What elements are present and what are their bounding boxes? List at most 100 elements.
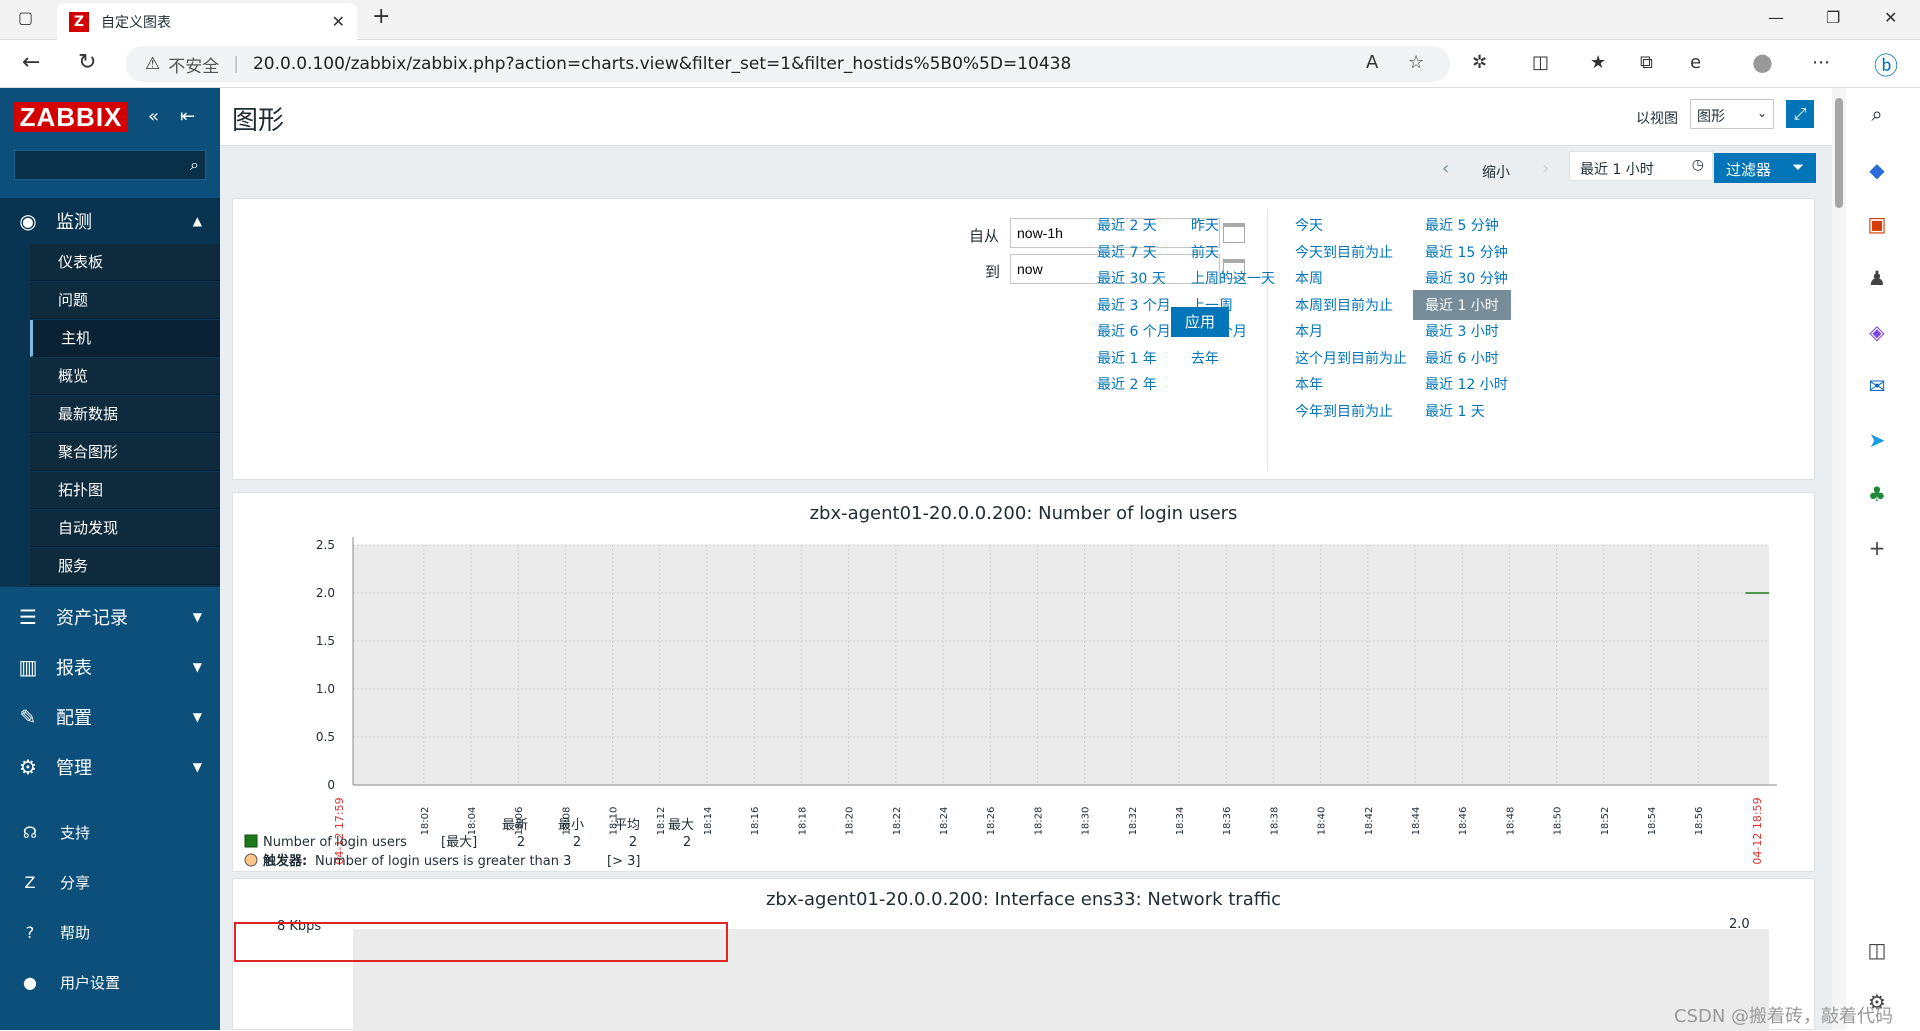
quick-range-link[interactable]: 最近 3 小时 <box>1425 321 1499 341</box>
browser-tab[interactable]: Z 自定义图表 ✕ <box>57 3 357 40</box>
submenu-latest-data[interactable]: 最新数据 <box>30 396 220 433</box>
scrollbar-thumb[interactable] <box>1835 98 1843 208</box>
close-tab-icon[interactable]: ✕ <box>332 12 345 31</box>
time-forward-icon[interactable]: › <box>1542 158 1549 179</box>
quick-range-link[interactable]: 今年到目前为止 <box>1295 401 1393 421</box>
quick-range-link[interactable]: 前天 <box>1191 242 1219 262</box>
bing-chat-icon[interactable]: ⓑ <box>1874 46 1898 81</box>
quick-range-link[interactable]: 最近 15 分钟 <box>1425 242 1508 262</box>
sidebar-help[interactable]: ? 帮助 <box>0 912 220 952</box>
tree-icon[interactable]: ♣ <box>1833 482 1920 506</box>
time-back-icon[interactable]: ‹ <box>1442 158 1449 179</box>
send-icon[interactable]: ➤ <box>1833 428 1920 452</box>
collections-icon[interactable]: ⧉ <box>1640 52 1653 73</box>
insecure-label: 不安全 <box>168 56 220 77</box>
quick-range-link[interactable]: 最近 30 天 <box>1097 268 1166 288</box>
quick-range-link[interactable]: 最近 6 小时 <box>1425 348 1499 368</box>
zoom-out-button[interactable]: 缩小 <box>1482 162 1510 182</box>
profile-avatar-icon[interactable]: ● <box>1752 48 1773 76</box>
quick-range-link[interactable]: 上一周 <box>1191 295 1233 315</box>
submenu-screens[interactable]: 聚合图形 <box>30 434 220 471</box>
quick-range-link[interactable]: 这个月到目前为止 <box>1295 348 1407 368</box>
submenu-discovery[interactable]: 自动发现 <box>30 510 220 547</box>
quick-range-link[interactable]: 本年 <box>1295 374 1323 394</box>
toolbox-icon[interactable]: ▣ <box>1833 212 1920 236</box>
quick-range-link[interactable]: 上周的这一天 <box>1191 268 1275 288</box>
tab-actions-icon[interactable]: ▢ <box>18 8 33 27</box>
share-icon: Z <box>24 872 36 892</box>
submenu-maps[interactable]: 拓扑图 <box>30 472 220 509</box>
sidebar-search-input[interactable]: ⌕ <box>14 150 206 180</box>
new-tab-icon[interactable]: + <box>372 4 390 29</box>
close-window-icon[interactable]: ✕ <box>1884 8 1897 27</box>
sidebar-share[interactable]: Z 分享 <box>0 862 220 902</box>
sidebar-toggle-icon[interactable]: ◫ <box>1833 938 1920 962</box>
extensions-icon[interactable]: ✲ <box>1472 52 1487 73</box>
annotation-highlight-box <box>234 922 728 962</box>
funnel-icon: ⏷ <box>1791 158 1804 176</box>
favorite-add-icon[interactable]: ☆ <box>1408 52 1424 73</box>
quick-range-link[interactable]: 本周到目前为止 <box>1295 295 1393 315</box>
quick-range-link[interactable]: 最近 30 分钟 <box>1425 268 1508 288</box>
x-tick-label: 18:46 <box>1458 807 1469 836</box>
favorites-icon[interactable]: ★ <box>1590 52 1606 73</box>
quick-range-link[interactable]: 今天到目前为止 <box>1295 242 1393 262</box>
quick-range-link[interactable]: 本月 <box>1295 321 1323 341</box>
quick-range-link[interactable]: 今天 <box>1295 215 1323 235</box>
ie-mode-icon[interactable]: e <box>1690 52 1701 73</box>
sidebar-support[interactable]: ☊ 支持 <box>0 812 220 852</box>
minimize-icon[interactable]: — <box>1768 8 1784 27</box>
menu-monitoring[interactable]: ◉ 监测 ▲ <box>0 198 220 244</box>
calendar-icon[interactable] <box>1223 223 1245 243</box>
quick-range-link[interactable]: 最近 1 年 <box>1097 348 1157 368</box>
menu-reports[interactable]: ▥ 报表 ▼ <box>0 644 220 690</box>
submenu-dashboard[interactable]: 仪表板 <box>30 244 220 281</box>
filter-button[interactable]: 过滤器 ⏷ <box>1714 153 1816 183</box>
read-aloud-icon[interactable]: A <box>1366 52 1378 73</box>
split-screen-icon[interactable]: ◫ <box>1532 52 1549 73</box>
page-scrollbar[interactable] <box>1832 88 1846 1030</box>
restore-icon[interactable]: ❐ <box>1826 8 1840 27</box>
search-icon[interactable]: ⌕ <box>1833 102 1920 126</box>
submenu-services[interactable]: 服务 <box>30 548 220 585</box>
add-icon[interactable]: + <box>1833 536 1920 560</box>
outlook-icon[interactable]: ✉ <box>1833 374 1920 398</box>
url-input[interactable]: ⚠ 不安全 | 20.0.0.100/zabbix/zabbix.php?act… <box>125 46 1450 82</box>
submenu-problems[interactable]: 问题 <box>30 282 220 319</box>
quick-range-link[interactable]: 最近 2 年 <box>1097 374 1157 394</box>
menu-inventory[interactable]: ☰ 资产记录 ▼ <box>0 594 220 640</box>
quick-range-link[interactable]: 最近 6 个月 <box>1097 321 1171 341</box>
quick-range-link[interactable]: 最近 1 小时 <box>1413 289 1511 320</box>
quick-range-link[interactable]: 最近 5 分钟 <box>1425 215 1499 235</box>
sidebar-user-settings[interactable]: ● 用户设置 <box>0 962 220 1002</box>
menu-configuration[interactable]: ✎ 配置 ▼ <box>0 694 220 740</box>
search-icon[interactable]: ⌕ <box>190 155 199 175</box>
hide-sidebar-icon[interactable]: ⇤ <box>180 106 195 127</box>
quick-range-link[interactable]: 昨天 <box>1191 215 1219 235</box>
m365-icon[interactable]: ◈ <box>1833 320 1920 344</box>
collapse-sidebar-icon[interactable]: « <box>148 106 159 127</box>
time-range-tab[interactable]: 最近 1 小时 ◷ <box>1569 151 1713 181</box>
submenu-overview[interactable]: 概览 <box>30 358 220 395</box>
fullscreen-button[interactable]: ⤢ <box>1786 100 1814 128</box>
tag-icon[interactable]: ◆ <box>1833 158 1920 182</box>
quick-range-link[interactable]: 去年 <box>1191 348 1219 368</box>
quick-range-link[interactable]: 最近 2 天 <box>1097 215 1157 235</box>
clock-icon: ◷ <box>1691 157 1704 173</box>
zabbix-logo[interactable]: ZABBIX <box>14 102 128 132</box>
submenu-hosts[interactable]: 主机 <box>30 320 220 357</box>
games-icon[interactable]: ♟ <box>1833 266 1920 290</box>
more-menu-icon[interactable]: ⋯ <box>1812 52 1830 73</box>
menu-administration[interactable]: ⚙ 管理 ▼ <box>0 744 220 790</box>
reload-icon[interactable]: ↻ <box>78 50 96 75</box>
view-as-select[interactable]: 图形 ⌄ <box>1690 99 1774 129</box>
quick-range-link[interactable]: 最近 7 天 <box>1097 242 1157 262</box>
legend-value: 2 <box>629 835 637 850</box>
quick-range-link[interactable]: 上一个月 <box>1191 321 1247 341</box>
quick-range-link[interactable]: 最近 3 个月 <box>1097 295 1171 315</box>
back-icon[interactable]: ← <box>22 50 40 75</box>
quick-range-link[interactable]: 最近 1 天 <box>1425 401 1485 421</box>
x-tick-label: 18:52 <box>1600 807 1611 836</box>
quick-range-link[interactable]: 最近 12 小时 <box>1425 374 1508 394</box>
quick-range-link[interactable]: 本周 <box>1295 268 1323 288</box>
